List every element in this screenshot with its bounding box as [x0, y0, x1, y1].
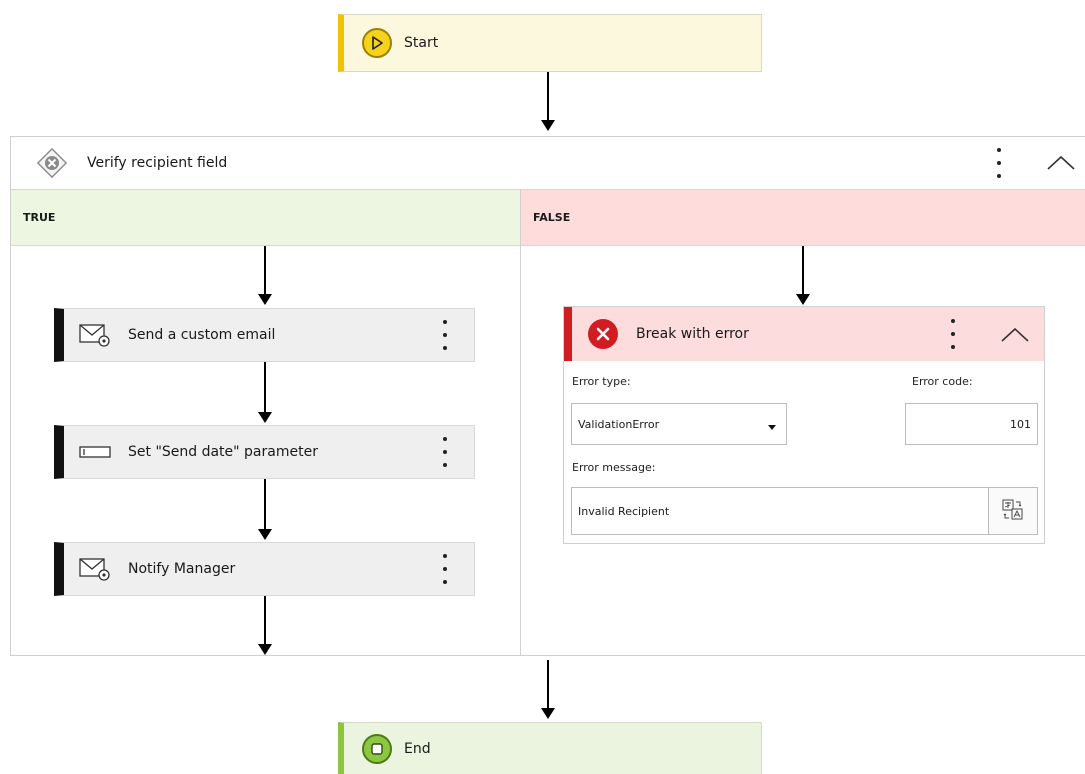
break-with-error-header[interactable]: Break with error — [564, 307, 1044, 361]
connector-arrow — [258, 362, 272, 423]
condition-diamond-icon — [35, 146, 69, 180]
condition-menu-button[interactable] — [992, 148, 1006, 178]
connector-arrow — [796, 246, 810, 305]
stop-icon — [362, 733, 392, 764]
break-with-error-panel[interactable]: Break with error Error type: Error code:… — [563, 306, 1045, 544]
play-icon — [362, 28, 392, 58]
false-branch-label: FALSE — [533, 211, 571, 224]
break-menu-button[interactable] — [946, 319, 960, 349]
error-code-label: Error code: — [912, 375, 973, 388]
connector-arrow — [258, 246, 272, 305]
connector-arrow — [258, 596, 272, 655]
end-label: End — [404, 740, 431, 757]
action-menu-button[interactable] — [438, 320, 452, 350]
end-node[interactable]: End — [338, 722, 762, 774]
dropdown-caret-icon — [768, 421, 776, 434]
error-type-select[interactable]: ValidationError — [571, 403, 787, 445]
collapse-chevron-icon[interactable] — [1046, 151, 1076, 175]
error-code-input[interactable]: 101 — [905, 403, 1038, 445]
error-message-label: Error message: — [572, 461, 656, 474]
true-branch-label: TRUE — [23, 211, 56, 224]
translate-icon — [1002, 499, 1024, 524]
localize-button[interactable] — [988, 487, 1038, 535]
action-label: Send a custom email — [128, 327, 276, 343]
action-notify-manager[interactable]: Notify Manager — [54, 542, 475, 596]
branch-divider — [520, 190, 521, 655]
true-branch-header: TRUE — [11, 190, 521, 246]
start-label: Start — [404, 35, 439, 51]
connector-arrow — [541, 72, 555, 131]
start-node[interactable]: Start — [338, 14, 762, 72]
collapse-chevron-icon[interactable] — [1000, 323, 1030, 347]
error-message-input[interactable]: Invalid Recipient — [571, 487, 989, 535]
parameter-icon — [78, 439, 112, 465]
false-branch-header: FALSE — [521, 190, 1085, 246]
error-message-value: Invalid Recipient — [578, 504, 670, 518]
action-send-custom-email[interactable]: Send a custom email — [54, 308, 475, 362]
action-menu-button[interactable] — [438, 554, 452, 584]
error-code-value: 101 — [1010, 417, 1031, 431]
email-settings-icon — [78, 322, 112, 348]
error-type-label: Error type: — [572, 375, 631, 388]
action-label: Set "Send date" parameter — [128, 444, 318, 460]
connector-arrow — [258, 479, 272, 540]
email-settings-icon — [78, 556, 112, 582]
action-menu-button[interactable] — [438, 437, 452, 467]
error-type-value: ValidationError — [578, 417, 660, 431]
condition-title: Verify recipient field — [87, 155, 228, 171]
condition-header[interactable]: Verify recipient field — [11, 137, 1085, 190]
action-set-send-date-parameter[interactable]: Set "Send date" parameter — [54, 425, 475, 479]
action-label: Notify Manager — [128, 561, 236, 577]
connector-arrow — [541, 660, 555, 719]
error-icon — [588, 319, 618, 349]
break-title: Break with error — [636, 326, 749, 342]
